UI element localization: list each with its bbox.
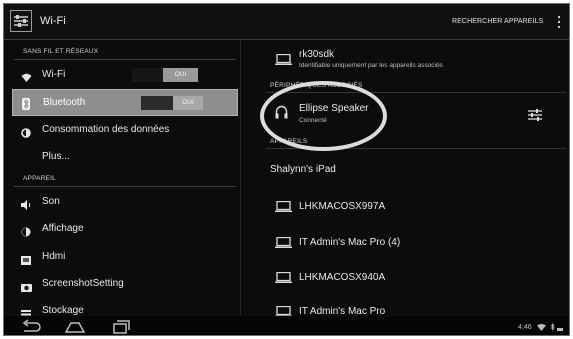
bluetooth-label: Bluetooth [43, 97, 86, 108]
page-title: Wi-Fi [40, 15, 66, 27]
more-label: Plus... [42, 151, 70, 162]
settings-item-hdmi[interactable]: Hdmi [12, 244, 238, 270]
display-label: Affichage [42, 223, 84, 234]
hdmi-icon [21, 252, 31, 265]
settings-item-sound[interactable]: Son [12, 189, 238, 215]
scan-devices-button[interactable]: RECHERCHER APPAREILS [452, 18, 543, 25]
system-nav-bar: 4:46 [4, 316, 569, 335]
wifi-signal-icon [536, 323, 546, 331]
own-device-subtitle: Identifiable uniquement par les appareil… [299, 62, 443, 69]
device-name: LHKMACOSX997A [299, 201, 386, 212]
laptop-icon [275, 237, 292, 248]
laptop-icon [275, 272, 292, 283]
overflow-menu-icon[interactable] [555, 14, 563, 30]
back-icon[interactable] [20, 319, 42, 334]
hdmi-label: Hdmi [42, 251, 66, 262]
bluetooth-toggle-state: OUI [173, 96, 203, 110]
section-title-wireless: SANS FIL ET RÉSEAUX [23, 48, 99, 55]
clock: 4:46 [518, 323, 532, 331]
brightness-icon [21, 224, 31, 237]
sound-label: Son [42, 196, 60, 207]
recents-icon[interactable] [109, 319, 131, 334]
laptop-icon [275, 54, 292, 65]
bluetooth-panel: rk30sdk Identifiable uniquement par les … [241, 40, 569, 317]
settings-screen: Wi-Fi RECHERCHER APPAREILS SANS FIL ET R… [3, 3, 570, 336]
device-name: Shalynn's iPad [270, 164, 336, 175]
bluetooth-toggle[interactable]: OUI [141, 96, 203, 110]
settings-item-wifi[interactable]: Wi-Fi OUI [12, 62, 238, 88]
paired-device-name: Ellipse Speaker [299, 103, 369, 114]
own-device-name: rk30sdk [299, 49, 335, 60]
screenshot-label: ScreenshotSetting [42, 278, 124, 289]
storage-label: Stockage [42, 305, 84, 316]
headset-icon [275, 105, 288, 119]
settings-list: SANS FIL ET RÉSEAUX Wi-Fi OUI Bluetooth … [4, 40, 240, 319]
device-settings-icon[interactable] [527, 108, 543, 122]
device-row[interactable]: Shalynn's iPad [241, 151, 569, 185]
speaker-icon [21, 197, 31, 210]
home-icon[interactable] [64, 319, 86, 334]
settings-item-data-usage[interactable]: Consommation des données [12, 117, 238, 143]
wifi-icon [21, 70, 32, 82]
wifi-label: Wi-Fi [42, 69, 66, 80]
wifi-toggle-state: OUI [163, 68, 198, 82]
section-title-available: APPAREILS [270, 138, 308, 145]
action-bar: Wi-Fi RECHERCHER APPAREILS [4, 4, 569, 40]
section-title-paired: PÉRIPHÉRIQUES ASSOCIÉS [270, 82, 363, 89]
settings-item-display[interactable]: Affichage [12, 216, 238, 242]
settings-item-bluetooth[interactable]: Bluetooth OUI [12, 89, 238, 116]
storage-icon [21, 306, 31, 319]
section-divider [14, 186, 236, 187]
battery-icon [557, 328, 564, 331]
bluetooth-status-icon [550, 323, 555, 331]
section-title-device: APPAREIL [23, 175, 56, 182]
laptop-icon [275, 201, 292, 212]
device-row[interactable]: IT Admin's Mac Pro (4) [241, 228, 569, 258]
paired-device-row[interactable]: Ellipse Speaker Connecté [241, 95, 569, 131]
paired-device-status: Connecté [299, 117, 327, 124]
device-name: LHKMACOSX940A [299, 272, 386, 283]
device-row[interactable]: LHKMACOSX997A [241, 192, 569, 222]
settings-item-screenshot[interactable]: ScreenshotSetting [12, 271, 238, 297]
device-name: IT Admin's Mac Pro (4) [299, 237, 401, 248]
settings-sliders-icon[interactable] [10, 10, 32, 32]
section-divider [14, 59, 236, 60]
data-usage-label: Consommation des données [42, 124, 170, 135]
own-device-row[interactable]: rk30sdk Identifiable uniquement par les … [241, 40, 569, 76]
data-usage-icon [21, 125, 31, 138]
camera-icon [21, 279, 32, 292]
status-area: 4:46 [518, 323, 564, 331]
bluetooth-icon [21, 97, 31, 110]
section-divider [266, 148, 566, 149]
wifi-toggle[interactable]: OUI [132, 68, 198, 82]
settings-item-more[interactable]: Plus... [12, 144, 238, 170]
device-row[interactable]: LHKMACOSX940A [241, 263, 569, 293]
section-divider [266, 92, 566, 93]
